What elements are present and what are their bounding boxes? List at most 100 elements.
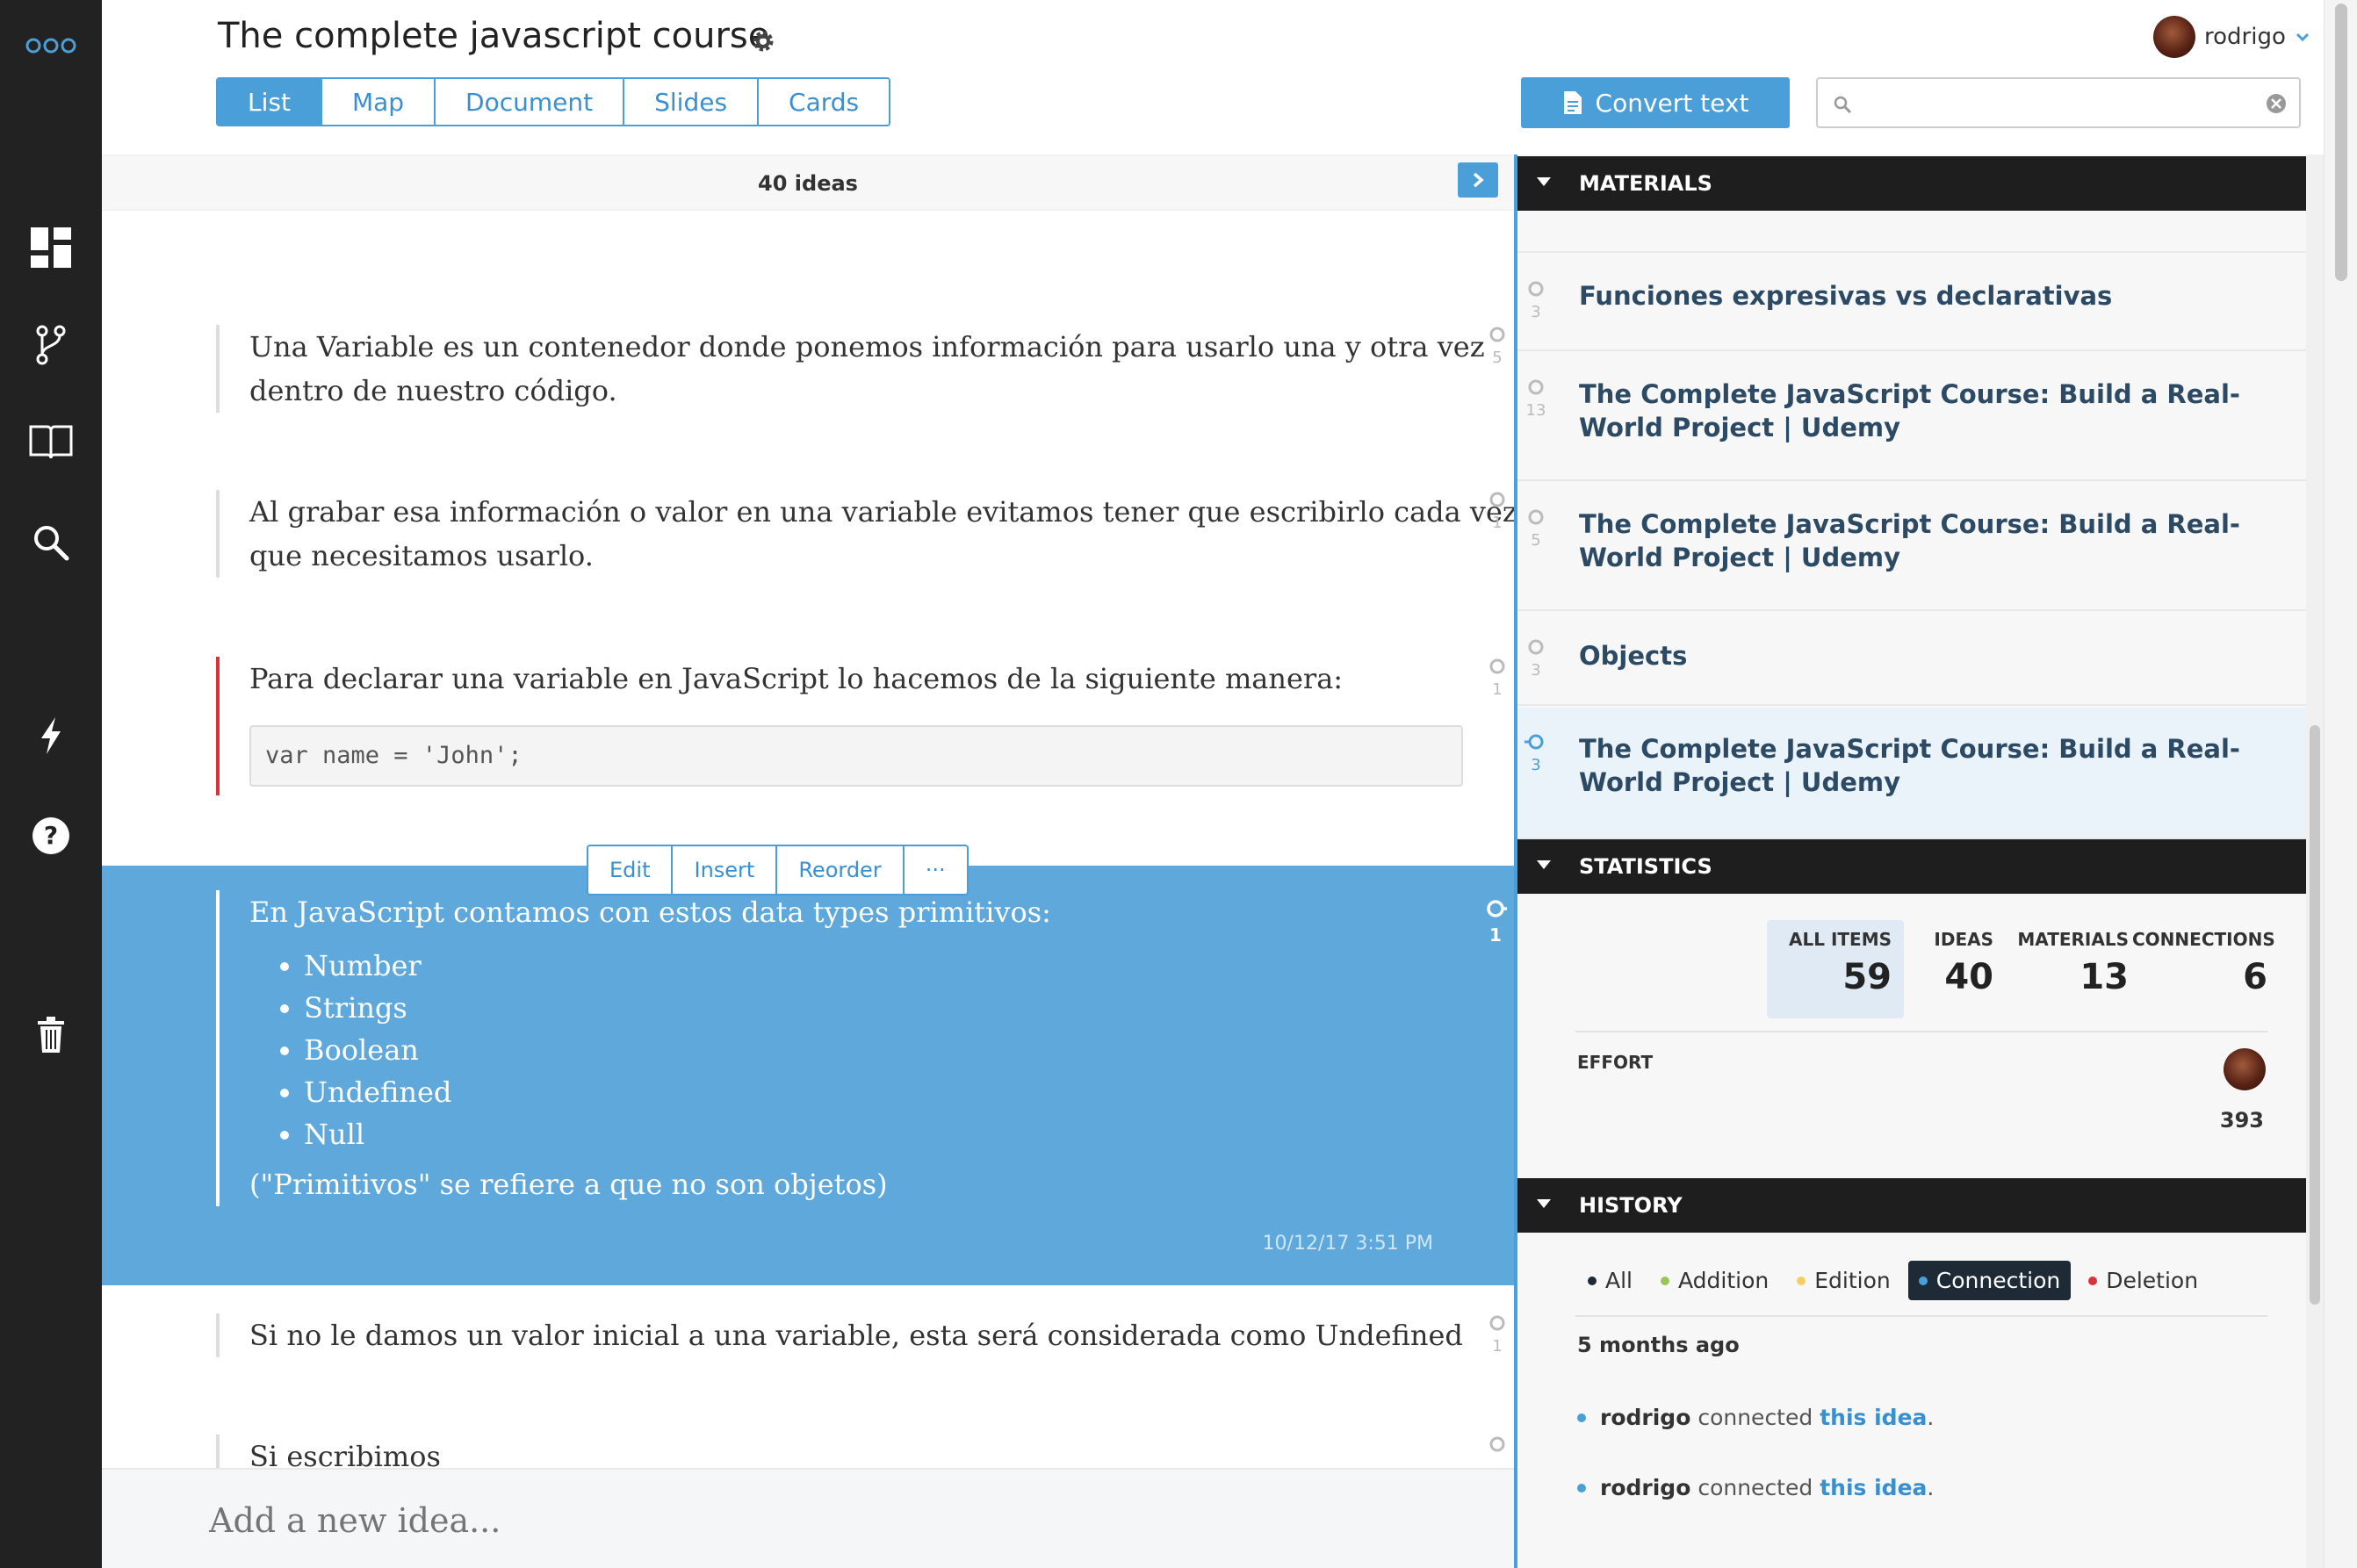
- list-bullet: Boolean: [304, 1029, 1516, 1071]
- material-connections[interactable]: 3: [1523, 637, 1549, 680]
- entry-link[interactable]: this idea: [1820, 1405, 1927, 1430]
- list-item[interactable]: Al grabar esa información o valor en una…: [102, 490, 1516, 595]
- idea-content[interactable]: En JavaScript contamos con estos data ty…: [216, 890, 1516, 1206]
- stat-connections[interactable]: CONNECTIONS 6: [2132, 929, 2275, 997]
- avatar: [2153, 16, 2195, 58]
- search-icon: [1834, 96, 1852, 114]
- new-idea-input[interactable]: [209, 1496, 1438, 1545]
- list-bullet: Strings: [304, 987, 1516, 1029]
- stat-all-items[interactable]: ALL ITEMS 59: [1767, 929, 1892, 997]
- help-icon[interactable]: ?: [0, 813, 102, 859]
- idea-connections[interactable]: 1: [1482, 897, 1510, 946]
- divider: [1575, 1031, 2267, 1032]
- material-connections[interactable]: 13: [1523, 378, 1549, 420]
- entry-link[interactable]: this idea: [1820, 1475, 1927, 1500]
- page-scrollbar[interactable]: [2324, 0, 2357, 1568]
- material-connections[interactable]: 3: [1523, 279, 1549, 321]
- page-title[interactable]: The complete javascript course: [218, 16, 769, 56]
- material-connections[interactable]: 3: [1523, 732, 1549, 774]
- ideas-count-bar: 40 ideas: [102, 155, 1516, 211]
- scrollbar-thumb[interactable]: [2310, 725, 2320, 1305]
- section-title: HISTORY: [1579, 1193, 1683, 1218]
- list-item[interactable]: Una Variable es un contenedor donde pone…: [102, 325, 1516, 430]
- bolt-icon[interactable]: [0, 713, 102, 759]
- tab-cards[interactable]: Cards: [759, 79, 890, 125]
- search-icon[interactable]: [0, 520, 102, 565]
- filter-addition[interactable]: Addition: [1650, 1261, 1779, 1300]
- branch-icon[interactable]: [0, 323, 102, 367]
- statistics-body: ALL ITEMS 59 IDEAS 40 MATERIALS 13 CONNE…: [1517, 894, 2306, 1157]
- filter-label: Connection: [1935, 1268, 2061, 1293]
- trash-icon[interactable]: [0, 1011, 102, 1059]
- materials-header[interactable]: MATERIALS: [1517, 156, 2306, 211]
- code-block: var name = 'John';: [249, 725, 1463, 787]
- scrollbar-thumb[interactable]: [2335, 4, 2347, 281]
- more-options-button[interactable]: ···: [905, 846, 967, 894]
- search-input[interactable]: [1862, 86, 2248, 119]
- bullet-list: Number Strings Boolean Undefined Null: [304, 945, 1516, 1155]
- book-icon[interactable]: [0, 420, 102, 464]
- idea-content[interactable]: Para declarar una variable en JavaScript…: [216, 657, 1516, 795]
- material-connections[interactable]: 5: [1523, 507, 1549, 550]
- tab-slides[interactable]: Slides: [624, 79, 760, 125]
- list-item[interactable]: Si no le damos un valor inicial a una va…: [102, 1313, 1516, 1384]
- toggle-panel-button[interactable]: [1458, 162, 1498, 198]
- connection-icon: [1524, 734, 1544, 750]
- app-sidebar: ?: [0, 0, 102, 1568]
- chevron-down-icon: [2296, 32, 2309, 42]
- idea-text[interactable]: Si escribimos: [216, 1435, 1516, 1468]
- idea-connections[interactable]: 1: [1484, 1313, 1510, 1356]
- insert-button[interactable]: Insert: [673, 846, 778, 894]
- tab-document[interactable]: Document: [436, 79, 625, 125]
- section-title: STATISTICS: [1579, 854, 1712, 879]
- gear-icon[interactable]: [750, 28, 776, 58]
- caret-down-icon: [1537, 860, 1551, 869]
- effort-label: EFFORT: [1577, 1052, 1654, 1073]
- list-item[interactable]: Para declarar una variable en JavaScript…: [102, 657, 1516, 841]
- reorder-button[interactable]: Reorder: [777, 846, 905, 894]
- history-header[interactable]: HISTORY: [1517, 1178, 2306, 1233]
- list-item[interactable]: Si escribimos: [102, 1435, 1516, 1468]
- tab-map[interactable]: Map: [321, 79, 436, 125]
- tab-list[interactable]: List: [218, 79, 322, 125]
- panel-scrollbar[interactable]: [2306, 155, 2324, 1568]
- caret-down-icon: [1537, 177, 1551, 186]
- selected-list-item[interactable]: En JavaScript contamos con estos data ty…: [102, 866, 1516, 1285]
- material-title[interactable]: Objects: [1579, 639, 2281, 673]
- list-bullet: Null: [304, 1113, 1516, 1155]
- idea-text[interactable]: Al grabar esa información o valor en una…: [216, 490, 1516, 578]
- filter-all[interactable]: All: [1577, 1261, 1643, 1300]
- stat-value: 59: [1842, 957, 1892, 997]
- material-item[interactable]: Objects 3: [1517, 613, 2306, 706]
- material-title[interactable]: The Complete JavaScript Course: Build a …: [1579, 732, 2281, 799]
- user-menu[interactable]: rodrigo: [2153, 16, 2310, 58]
- filter-connection[interactable]: Connection: [1907, 1261, 2072, 1300]
- filter-edition[interactable]: Edition: [1786, 1261, 1901, 1300]
- idea-connections[interactable]: 5: [1484, 325, 1510, 367]
- material-item[interactable]: Funciones expresivas vs declarativas 3: [1517, 255, 2306, 351]
- search-field[interactable]: [1816, 77, 2301, 128]
- material-title[interactable]: The Complete JavaScript Course: Build a …: [1579, 378, 2281, 444]
- avatar[interactable]: [2224, 1048, 2266, 1090]
- idea-connections[interactable]: [1484, 1435, 1510, 1458]
- statistics-header[interactable]: STATISTICS: [1517, 839, 2306, 894]
- material-title[interactable]: The Complete JavaScript Course: Build a …: [1579, 507, 2281, 574]
- material-item[interactable]: The Complete JavaScript Course: Build a …: [1517, 483, 2306, 611]
- filter-label: All: [1605, 1268, 1633, 1293]
- stat-materials[interactable]: MATERIALS 13: [2009, 929, 2129, 997]
- app-logo-icon[interactable]: [0, 26, 102, 61]
- material-title[interactable]: Funciones expresivas vs declarativas: [1579, 279, 2281, 313]
- idea-connections[interactable]: 1: [1484, 657, 1510, 699]
- idea-text[interactable]: Una Variable es un contenedor donde pone…: [216, 325, 1516, 413]
- material-item[interactable]: The Complete JavaScript Course: Build a …: [1517, 353, 2306, 481]
- idea-text[interactable]: Si no le damos un valor inicial a una va…: [216, 1313, 1516, 1357]
- material-item[interactable]: The Complete JavaScript Course: Build a …: [1517, 708, 2306, 839]
- edit-button[interactable]: Edit: [588, 846, 674, 894]
- idea-connections[interactable]: 1: [1484, 490, 1510, 532]
- convert-text-button[interactable]: Convert text: [1521, 77, 1790, 128]
- dashboard-icon[interactable]: [0, 223, 102, 272]
- dot-icon: [2088, 1276, 2098, 1285]
- stat-ideas[interactable]: IDEAS 40: [1930, 929, 1993, 997]
- list-bullet: Number: [304, 945, 1516, 987]
- filter-deletion[interactable]: Deletion: [2078, 1261, 2209, 1300]
